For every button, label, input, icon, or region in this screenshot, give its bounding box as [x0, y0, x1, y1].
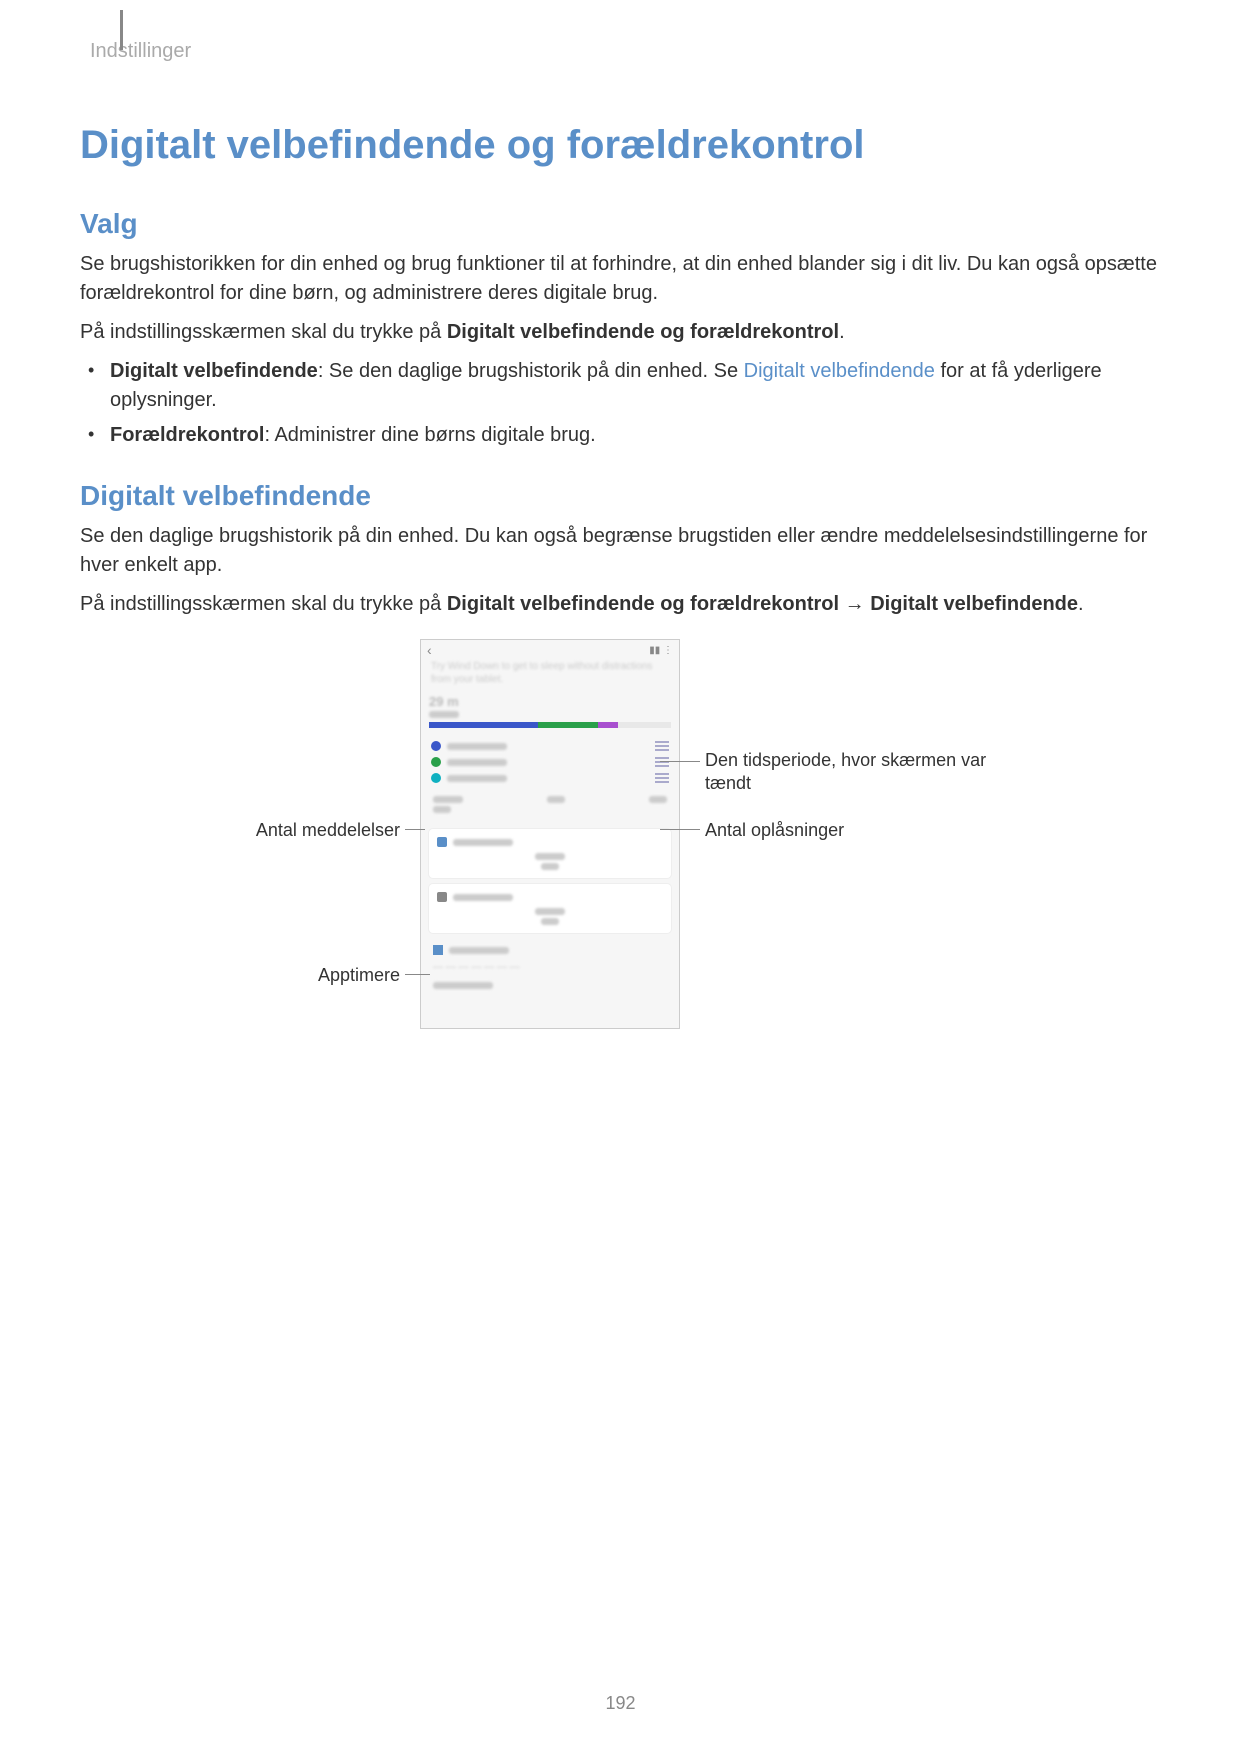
- header-accent-rule: [120, 10, 123, 50]
- callout-unlocks: Antal oplåsninger: [705, 819, 1025, 842]
- notif-label-blur: [433, 806, 451, 813]
- usage-bar-seg3: [598, 722, 617, 728]
- mini-bar-icon: [655, 773, 669, 783]
- goal-sub-blur: [541, 918, 559, 925]
- mini-bar-icon: [655, 741, 669, 751]
- phone-screenshot: ‹ ▮▮ ⋮ Try Wind Down to get to sleep wit…: [420, 639, 680, 1029]
- section-heading-dv: Digitalt velbefindende: [80, 480, 1161, 512]
- valg-paragraph-1: Se brugshistorikken for din enhed og bru…: [80, 250, 1161, 308]
- valg-b2-mid: : Administrer dine børns digitale brug.: [264, 424, 595, 446]
- valg-b1-bold: Digitalt velbefindende: [110, 360, 318, 382]
- goal-sub-blur: [541, 863, 559, 870]
- statusbar-icons: ▮▮ ⋮: [649, 645, 673, 656]
- valg-b1-link[interactable]: Digitalt velbefindende: [744, 360, 935, 382]
- app-dot-icon: [431, 757, 441, 767]
- usage-bar: [429, 722, 671, 728]
- callout-line: [660, 761, 700, 762]
- more-icon: ⋮: [663, 645, 673, 656]
- usage-bar-seg2: [538, 722, 599, 728]
- dv-p2-post: .: [1078, 593, 1084, 615]
- app-row-2: [421, 754, 679, 770]
- goal-value-blur: [535, 908, 565, 915]
- goal-title-blur: [453, 839, 513, 846]
- page-title: Digitalt velbefindende og forældrekontro…: [80, 123, 1161, 168]
- callout-apptimers: Apptimere: [180, 964, 400, 987]
- valg-b1-mid: : Se den daglige brugshistorik på din en…: [318, 360, 744, 382]
- dv-paragraph-1: Se den daglige brugshistorik på din enhe…: [80, 522, 1161, 580]
- dv-p2-bold2: Digitalt velbefindende: [870, 593, 1078, 615]
- app-dot-icon: [431, 773, 441, 783]
- phone-sublabel: [429, 711, 459, 718]
- screenshot-figure: ‹ ▮▮ ⋮ Try Wind Down to get to sleep wit…: [80, 639, 1161, 1059]
- app-name-blur: [447, 743, 507, 750]
- dv-paragraph-2: På indstillingsskærmen skal du trykke på…: [80, 590, 1161, 619]
- app-name-blur: [447, 775, 507, 782]
- app-row-1: [421, 738, 679, 754]
- footer-blur: [433, 982, 493, 989]
- callout-screentime: Den tidsperiode, hvor skærmen var tændt: [705, 749, 1025, 794]
- valg-paragraph-2: På indstillingsskærmen skal du trykke på…: [80, 318, 1161, 347]
- hourglass-icon: [433, 945, 443, 955]
- goal-title-blur: [453, 894, 513, 901]
- phone-footer-row: [421, 974, 679, 997]
- callout-notifications: Antal meddelelser: [180, 819, 400, 842]
- goal-value-blur: [535, 853, 565, 860]
- goal-card-1: [429, 829, 671, 878]
- mini-bar-icon: [655, 757, 669, 767]
- phone-total-time: 29 m: [429, 694, 671, 709]
- valg-p2-post: .: [839, 321, 845, 343]
- goal-icon: [437, 837, 447, 847]
- valg-bullet-list: Digitalt velbefindende: Se den daglige b…: [80, 357, 1161, 450]
- usage-bar-seg1: [429, 722, 538, 728]
- back-icon: ‹: [427, 642, 432, 658]
- lock-icon: [437, 892, 447, 902]
- valg-p2-bold: Digitalt velbefindende og forældrekontro…: [447, 321, 839, 343]
- timer-label-blur: [449, 947, 509, 954]
- goal-card-2: [429, 884, 671, 933]
- app-row-3: [421, 770, 679, 786]
- breadcrumb: Indstillinger: [90, 40, 1161, 63]
- app-timers-row: [421, 939, 679, 961]
- app-dot-icon: [431, 741, 441, 751]
- callout-line: [405, 974, 430, 975]
- valg-p2-pre: På indstillingsskærmen skal du trykke på: [80, 321, 447, 343]
- page-number: 192: [0, 1693, 1241, 1714]
- mid-blur: [547, 796, 565, 803]
- signal-icon: ▮▮: [649, 645, 660, 656]
- phone-hint-text: Try Wind Down to get to sleep without di…: [421, 660, 679, 686]
- valg-bullet-1: Digitalt velbefindende: Se den daglige b…: [110, 357, 1161, 415]
- dv-p2-arrow: →: [839, 593, 870, 615]
- callout-line: [660, 829, 700, 830]
- dv-p2-pre: På indstillingsskærmen skal du trykke på: [80, 593, 447, 615]
- valg-bullet-2: Forældrekontrol: Administrer dine børns …: [110, 421, 1161, 450]
- section-heading-valg: Valg: [80, 208, 1161, 240]
- app-name-blur: [447, 759, 507, 766]
- unlock-count-blur: [649, 796, 667, 803]
- dv-p2-bold1: Digitalt velbefindende og forældrekontro…: [447, 593, 839, 615]
- notif-count-blur: [433, 796, 463, 803]
- phone-stats-row: [421, 786, 679, 823]
- valg-b2-bold: Forældrekontrol: [110, 424, 264, 446]
- timer-sub-blur: — — — — — — —: [421, 961, 679, 974]
- callout-line: [405, 829, 425, 830]
